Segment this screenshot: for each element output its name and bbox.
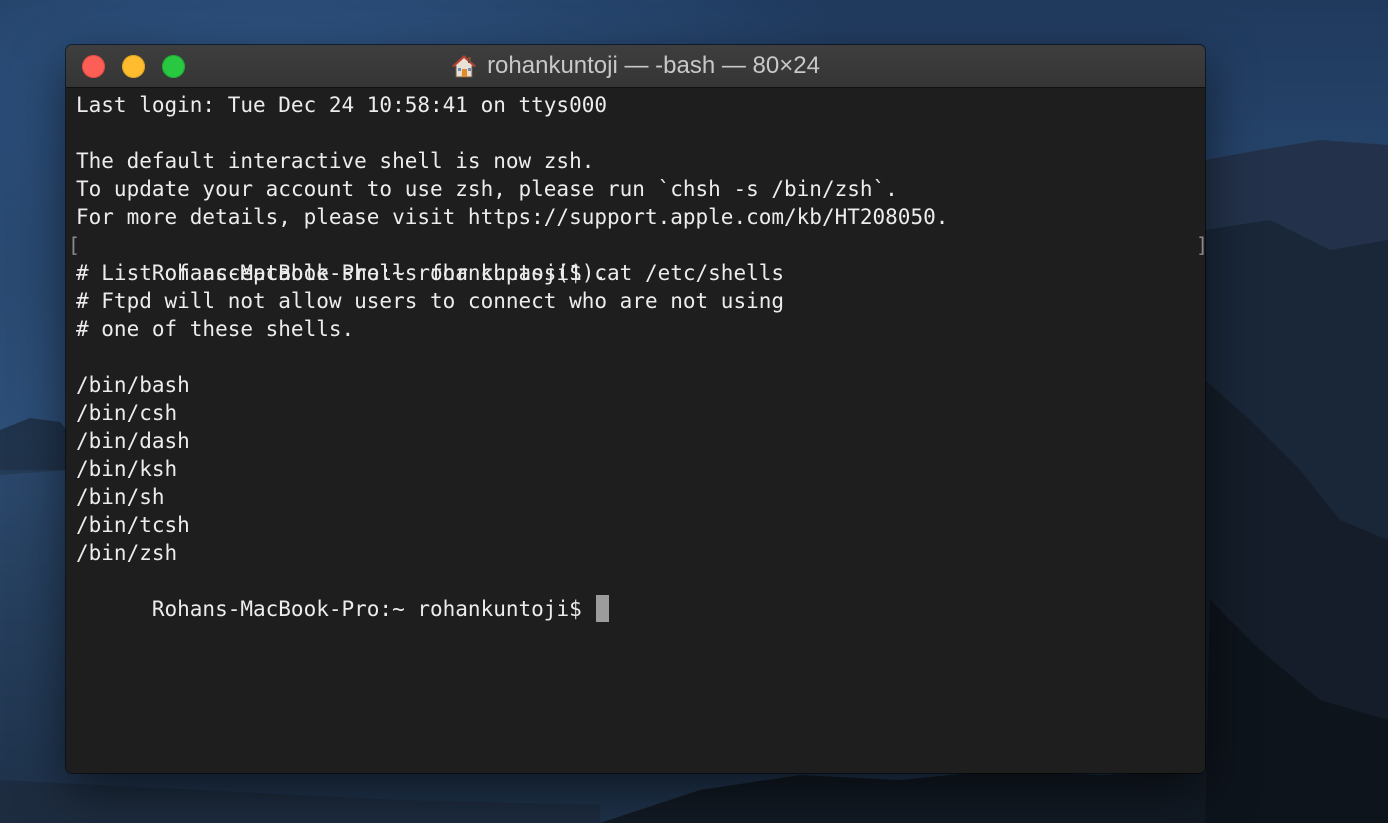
- terminal-line: /bin/dash: [76, 429, 190, 453]
- terminal-line: For more details, please visit https://s…: [76, 205, 949, 229]
- window-title: rohankuntoji — -bash — 80×24: [487, 52, 820, 79]
- terminal-line: /bin/zsh: [76, 541, 178, 565]
- terminal-line: # List of acceptable shells for chpass(1…: [76, 261, 608, 285]
- mark-bracket-left: [: [68, 233, 81, 257]
- title-bar[interactable]: rohankuntoji — -bash — 80×24: [66, 45, 1205, 88]
- terminal-line: /bin/tcsh: [76, 513, 190, 537]
- terminal-line: To update your account to use zsh, pleas…: [76, 177, 898, 201]
- prompt-line[interactable]: Rohans-MacBook-Pro:~ rohankuntoji$: [76, 567, 1205, 622]
- terminal-window: rohankuntoji — -bash — 80×24 Last login:…: [66, 45, 1205, 773]
- shell-prompt: Rohans-MacBook-Pro:~ rohankuntoji$: [151, 597, 595, 621]
- mark-bracket-right: ]: [1196, 231, 1205, 259]
- terminal-line-marked: [Rohans-MacBook-Pro:~ rohankuntoji$ cat …: [68, 231, 1205, 285]
- terminal-line: # one of these shells.: [76, 317, 355, 341]
- terminal-line: /bin/ksh: [76, 457, 178, 481]
- terminal-line: /bin/bash: [76, 373, 190, 397]
- terminal-line: # Ftpd will not allow users to connect w…: [76, 289, 785, 313]
- terminal-line: Last login: Tue Dec 24 10:58:41 on ttys0…: [76, 93, 608, 117]
- text-cursor: [596, 595, 610, 622]
- terminal-line: The default interactive shell is now zsh…: [76, 149, 595, 173]
- terminal-line: /bin/csh: [76, 401, 178, 425]
- window-title-container: rohankuntoji — -bash — 80×24: [66, 45, 1205, 87]
- terminal-output[interactable]: Last login: Tue Dec 24 10:58:41 on ttys0…: [66, 88, 1205, 773]
- home-icon: [451, 54, 477, 78]
- terminal-line: /bin/sh: [76, 485, 165, 509]
